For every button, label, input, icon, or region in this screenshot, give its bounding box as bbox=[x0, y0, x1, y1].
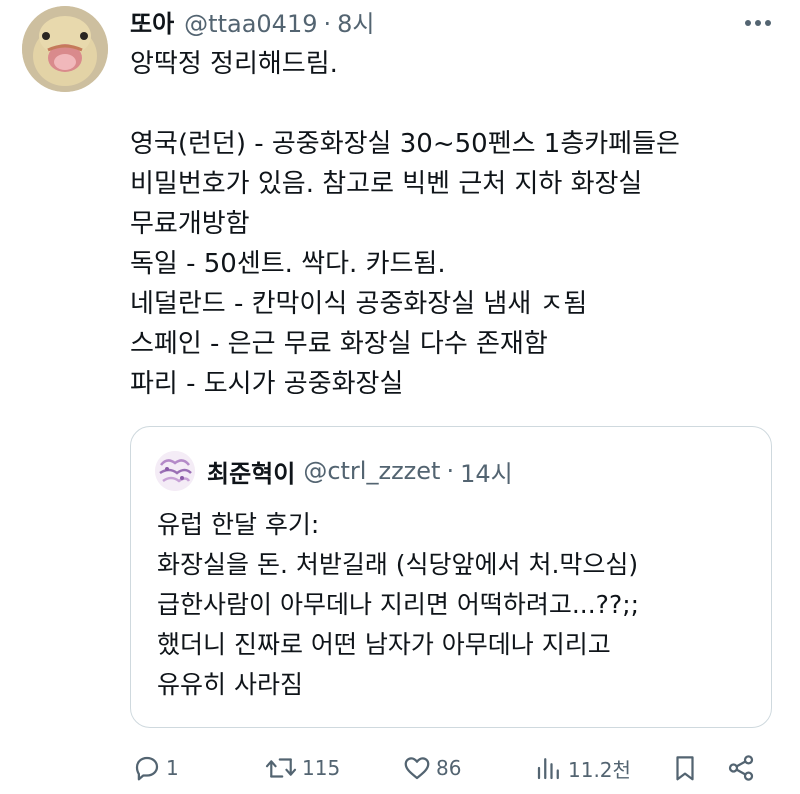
tweet-action-bar: 1 115 86 11.2천 bbox=[130, 748, 770, 788]
quote-tweet-card[interactable]: 최준혁이 @ctrl_zzzet · 14시 유럽 한달 후기: 화장실을 돈.… bbox=[130, 426, 772, 728]
tweet-header: 또아 @ttaa0419 · 8시 bbox=[130, 4, 374, 38]
quote-line: 유유히 사라짐 bbox=[157, 670, 303, 699]
share-icon bbox=[728, 755, 754, 781]
quote-line: 했더니 진짜로 어떤 남자가 아무데나 지리고 bbox=[157, 630, 611, 659]
tweet-line: 스페인 - 은근 무료 화장실 다수 존재함 bbox=[130, 329, 548, 359]
more-icon bbox=[745, 20, 771, 26]
like-button[interactable]: 86 bbox=[402, 748, 461, 788]
tweet-line: 독일 - 50센트. 싹다. 카드됨. bbox=[130, 249, 446, 279]
retweet-count: 115 bbox=[302, 756, 341, 780]
quote-display-name[interactable]: 최준혁이 bbox=[207, 454, 295, 489]
more-button[interactable] bbox=[744, 12, 772, 34]
quote-line: 유럽 한달 후기: bbox=[157, 510, 320, 539]
quote-header: 최준혁이 @ctrl_zzzet · 14시 bbox=[207, 451, 513, 491]
bookmark-button[interactable] bbox=[670, 748, 700, 788]
heart-icon bbox=[404, 757, 430, 780]
quote-timestamp[interactable]: 14시 bbox=[460, 454, 513, 489]
timestamp[interactable]: 8시 bbox=[337, 4, 374, 39]
retweet-button[interactable]: 115 bbox=[264, 748, 340, 788]
tweet-line: 앙딱정 정리해드림. bbox=[130, 49, 338, 79]
share-button[interactable] bbox=[726, 748, 756, 788]
reply-button[interactable]: 1 bbox=[132, 748, 179, 788]
user-handle[interactable]: @ttaa0419 bbox=[184, 10, 317, 38]
view-count: 11.2천 bbox=[568, 757, 631, 782]
quote-text: 유럽 한달 후기: 화장실을 돈. 처받길래 (식당앞에서 처.막으심) 급한사… bbox=[157, 505, 757, 705]
tweet-text: 앙딱정 정리해드림. 영국(런던) - 공중화장실 30~50펜스 1층카페들은… bbox=[130, 44, 780, 404]
tweet-line: 영국(런던) - 공중화장실 30~50펜스 1층카페들은 bbox=[130, 129, 680, 159]
tweet-line: 네덜란드 - 칸막이식 공중화장실 냄새 ㅈ됨 bbox=[130, 289, 588, 319]
quote-line: 화장실을 돈. 처받길래 (식당앞에서 처.막으심) bbox=[157, 550, 639, 579]
reply-count: 1 bbox=[166, 756, 179, 780]
avatar[interactable] bbox=[22, 6, 108, 92]
tweet-line: 무료개방함 bbox=[130, 209, 250, 239]
like-count: 86 bbox=[436, 756, 462, 780]
reply-icon bbox=[135, 756, 159, 781]
retweet-icon bbox=[265, 758, 297, 778]
display-name[interactable]: 또아 bbox=[130, 4, 174, 39]
avatar-duck-image bbox=[22, 6, 108, 92]
quote-avatar[interactable] bbox=[155, 451, 195, 491]
quote-line: 급한사람이 아무데나 지리면 어떡하려고...??;; bbox=[157, 590, 640, 619]
views-icon bbox=[537, 758, 559, 780]
bookmark-icon bbox=[676, 756, 694, 781]
tweet-line: 파리 - 도시가 공중화장실 bbox=[130, 369, 404, 399]
quote-user-handle[interactable]: @ctrl_zzzet bbox=[303, 457, 440, 485]
separator-dot: · bbox=[323, 10, 332, 38]
quote-separator-dot: · bbox=[446, 457, 455, 485]
quote-avatar-image bbox=[155, 451, 195, 491]
views-button[interactable]: 11.2천 bbox=[534, 748, 631, 788]
tweet-line: 비밀번호가 있음. 참고로 빅벤 근처 지하 화장실 bbox=[130, 169, 643, 199]
